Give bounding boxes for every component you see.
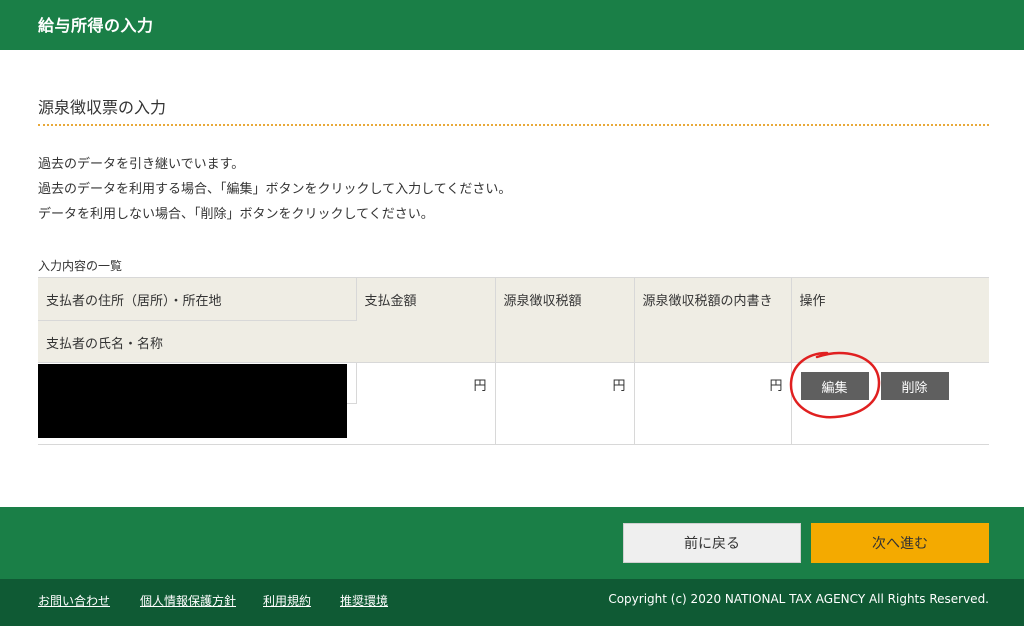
section-divider [38,124,989,126]
table-header-row: 支払者の住所（居所）・所在地 支払金額 源泉徴収税額 源泉徴収税額の内書き 操作 [38,277,989,363]
description-line-2: 過去のデータを利用する場合、「編集」ボタンをクリックして入力してください。 [38,182,512,197]
header-operation: 操作 [791,277,989,363]
section-title: 源泉徴収票の入力 [38,98,167,117]
next-button[interactable]: 次へ進む [811,523,989,563]
copyright-text: Copyright (c) 2020 NATIONAL TAX AGENCY A… [608,592,989,606]
cell-withholding-tax: 円 [495,362,635,445]
footer: お問い合わせ 個人情報保護方針 利用規約 推奨環境 Copyright (c) … [0,579,1024,626]
footer-link-privacy[interactable]: 個人情報保護方針 [140,592,236,609]
delete-button[interactable]: 削除 [880,372,949,400]
header-payer-name: 支払者の氏名・名称 [38,320,356,363]
header-withholding-tax: 源泉徴収税額 [495,277,635,363]
footer-link-contact[interactable]: お問い合わせ [38,592,110,609]
description-line-1: 過去のデータを引き継いでいます。 [38,157,245,172]
header-payment-amount: 支払金額 [356,277,496,363]
list-label: 入力内容の一覧 [38,259,123,273]
edit-button[interactable]: 編集 [800,372,869,400]
footer-link-environment[interactable]: 推奨環境 [340,592,388,609]
header-payer-address: 支払者の住所（居所）・所在地 [38,277,357,321]
back-button[interactable]: 前に戻る [623,523,801,563]
page-header: 給与所得の入力 [0,0,1024,50]
description-line-3: データを利用しない場合、「削除」ボタンをクリックしてください。 [38,207,434,222]
footer-link-terms[interactable]: 利用規約 [263,592,311,609]
cell-withholding-breakdown: 円 [634,362,792,445]
page-title: 給与所得の入力 [38,16,154,35]
header-withholding-breakdown: 源泉徴収税額の内書き [634,277,792,363]
cell-payment-amount: 円 [356,362,496,445]
cell-operation: 編集 削除 [791,362,989,445]
redacted-block [38,364,347,438]
